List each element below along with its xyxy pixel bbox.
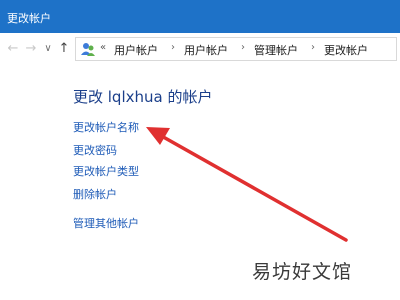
change-account-name-link[interactable]: 更改帐户名称 bbox=[73, 119, 139, 135]
overflow-chevron[interactable]: « bbox=[100, 42, 106, 53]
up-button[interactable]: ↑ bbox=[57, 40, 71, 58]
window-title: 更改帐户 bbox=[7, 12, 51, 25]
watermark: 易坊好文馆 bbox=[252, 261, 353, 283]
recent-locations-dropdown[interactable]: ∨ bbox=[42, 40, 54, 58]
change-account-type-link[interactable]: 更改帐户类型 bbox=[73, 163, 139, 179]
delete-account-link[interactable]: 删除帐户 bbox=[73, 186, 117, 202]
breadcrumb-separator[interactable]: › bbox=[171, 42, 175, 53]
breadcrumb-separator[interactable]: › bbox=[241, 42, 245, 53]
user-accounts-icon bbox=[81, 43, 95, 56]
breadcrumb-user-accounts-2[interactable]: 用户帐户 bbox=[184, 42, 228, 58]
page-heading: 更改 lqlxhua 的帐户 bbox=[73, 88, 213, 106]
back-button[interactable]: ← bbox=[6, 40, 20, 58]
title-bar: 更改帐户 bbox=[0, 0, 400, 33]
change-password-link[interactable]: 更改密码 bbox=[73, 142, 117, 158]
breadcrumb-manage-accounts[interactable]: 管理帐户 bbox=[254, 42, 298, 58]
manage-other-accounts-link[interactable]: 管理其他帐户 bbox=[73, 215, 139, 231]
address-bar[interactable]: « 用户帐户 › 用户帐户 › 管理帐户 › 更改帐户 bbox=[75, 37, 397, 61]
breadcrumb-user-accounts-1[interactable]: 用户帐户 bbox=[114, 42, 158, 58]
breadcrumb-change-account[interactable]: 更改帐户 bbox=[324, 42, 368, 58]
breadcrumb-separator[interactable]: › bbox=[311, 42, 315, 53]
forward-button[interactable]: → bbox=[24, 40, 38, 58]
